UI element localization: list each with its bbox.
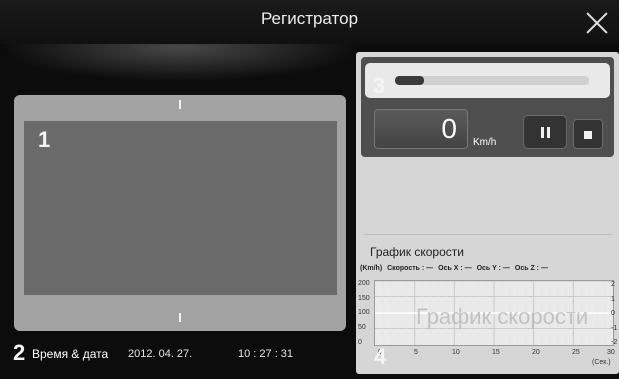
pause-icon [541,127,544,138]
legend-axis-x: Ось X : — [438,265,472,272]
graph-title: График скорости [370,245,464,259]
y-tick-label: 50 [358,324,366,331]
x-tick-label: 30 [607,349,615,356]
y-tick-label: 0 [358,339,362,346]
legend-speed: Скорость : — [387,265,434,272]
legend-unit: (Km/h) [360,265,383,272]
right-axis-label: 1 [611,296,615,303]
pause-button[interactable] [523,115,567,149]
y-tick-label: 100 [358,309,370,316]
x-tick-label: 10 [452,349,460,356]
legend-axis-z: Ось Z : — [514,265,548,272]
datetime-badge: 2 [13,340,26,365]
stop-icon [584,131,592,139]
right-axis-label: 0 [611,310,615,317]
right-panel: 3 0 Km/h График скорости (Km/h) Скорость… [356,52,619,374]
video-screen[interactable] [24,121,337,295]
time-value: 10 : 27 : 31 [238,348,294,360]
graph-badge: 4 [374,344,387,369]
x-tick-label: 25 [572,349,580,356]
stop-button[interactable] [573,119,603,149]
right-axis-label: -2 [611,339,618,346]
datetime-label: Время & дата [32,347,109,361]
speed-display: 0 [374,109,468,149]
speed-value: 0 [441,113,457,144]
playback-progress-fill [395,76,425,85]
right-axis-label: 2 [611,281,615,288]
app-title: Регистратор [260,9,359,28]
x-axis-unit: (Сек.) [592,359,611,366]
playback-progress-bar[interactable] [395,76,589,85]
graph-legend: (Km/h) Скорость : — Ось X : — Ось Y : — … [360,265,551,272]
y-tick-label: 150 [358,295,370,302]
video-badge: 1 [38,127,51,152]
title-bar: Регистратор [0,0,619,44]
date-value: 2012. 04. 27. [128,348,193,360]
legend-axis-y: Ось Y : — [476,265,510,272]
video-marker-bottom [179,313,181,322]
graph-watermark: График скорости [416,304,589,329]
right-axis-label: -1 [611,325,618,332]
x-tick-label: 5 [414,349,418,356]
speed-unit: Km/h [473,137,497,148]
y-tick-label: 200 [358,280,370,287]
video-marker-top [179,100,181,109]
controls-badge: 3 [373,73,386,98]
x-tick-label: 20 [532,349,540,356]
graph-divider [364,234,612,235]
video-frame [14,95,346,331]
header-glow [0,44,360,82]
playback-controls: 3 0 Km/h [361,57,614,157]
close-icon[interactable] [585,11,609,35]
progress-box [365,63,610,98]
x-tick-label: 15 [492,349,500,356]
